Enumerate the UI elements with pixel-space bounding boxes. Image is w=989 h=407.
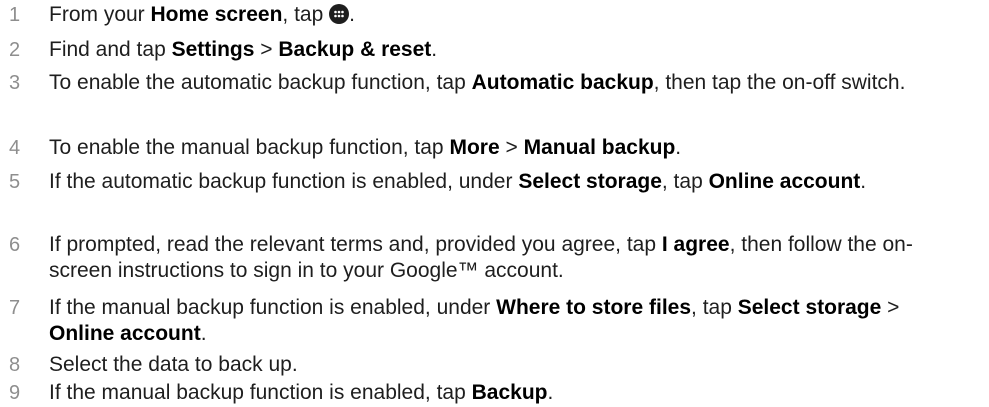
ui-term: Select storage <box>737 296 882 319</box>
ui-term: Where to store files <box>496 296 692 319</box>
apps-grid-icon <box>329 4 350 24</box>
ui-term: Backup & reset <box>278 38 432 61</box>
ui-term: Automatic backup <box>471 71 654 94</box>
step-text: If the manual backup function is enabled… <box>49 296 900 345</box>
ui-term: Settings <box>171 38 255 61</box>
ui-term: Home screen <box>150 3 283 26</box>
step-text: If the manual backup function is enabled… <box>49 381 554 404</box>
step-text: If prompted, read the relevant terms and… <box>49 233 913 282</box>
ui-term: I agree <box>661 233 730 256</box>
step-number: 5 <box>9 171 21 193</box>
step-text: Find and tap Settings > Backup & reset. <box>49 38 438 61</box>
step-text: To enable the automatic backup function,… <box>49 71 906 94</box>
step-number: 7 <box>9 297 21 319</box>
step-text: Select the data to back up. <box>49 353 298 376</box>
step-number: 9 <box>9 382 21 404</box>
ui-term: Backup <box>471 381 548 404</box>
ui-term: Online account <box>708 170 861 193</box>
step-text: If the automatic backup function is enab… <box>49 170 867 193</box>
ui-term: More <box>449 136 500 159</box>
step-number: 4 <box>9 137 21 159</box>
step-text: From your Home screen, tap . <box>49 3 355 26</box>
step-number: 1 <box>9 4 21 26</box>
step-number: 3 <box>9 72 21 94</box>
ui-term: Manual backup <box>523 136 676 159</box>
step-number: 6 <box>9 234 21 256</box>
step-text: To enable the manual backup function, ta… <box>49 136 682 159</box>
ui-term: Select storage <box>518 170 662 193</box>
step-number: 2 <box>9 39 21 61</box>
ui-term: Online account <box>49 322 201 345</box>
step-number: 8 <box>9 354 21 376</box>
